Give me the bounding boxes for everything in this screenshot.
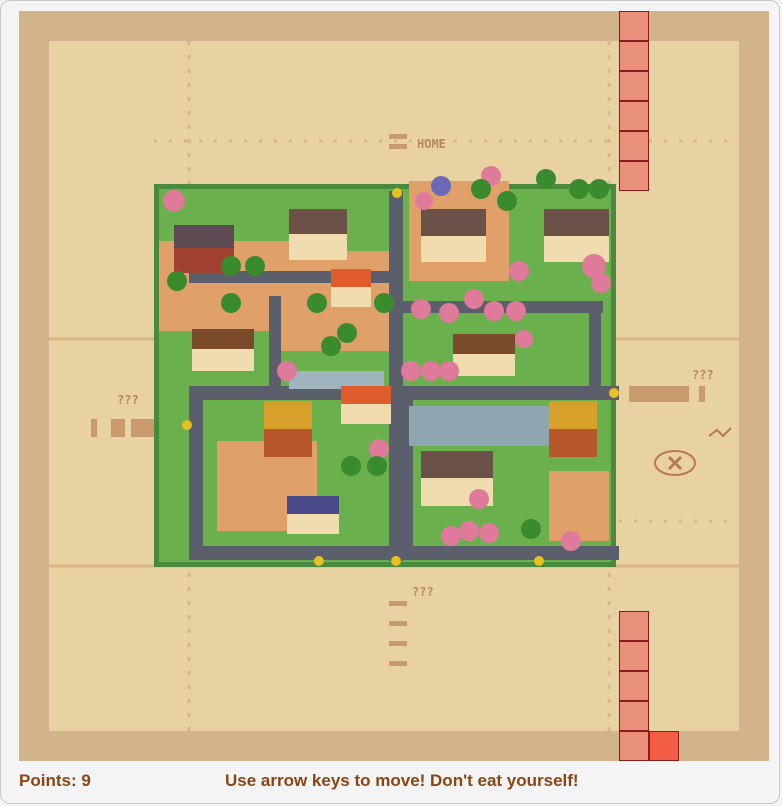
game-window: HOME ??? ??? ??? Points: 9 Use arrow key… xyxy=(0,0,780,804)
snake-segment xyxy=(619,671,649,701)
snake-segment xyxy=(619,41,649,71)
snake-head xyxy=(649,731,679,761)
points-counter: Points: 9 xyxy=(19,771,91,790)
snake-segment xyxy=(619,701,649,731)
snake xyxy=(19,11,769,761)
snake-segment xyxy=(619,11,649,41)
snake-segment xyxy=(619,641,649,671)
instruction-text: Use arrow keys to move! Don't eat yourse… xyxy=(225,771,579,790)
status-bar: Points: 9 Use arrow keys to move! Don't … xyxy=(19,771,769,795)
snake-segment xyxy=(619,71,649,101)
snake-segment xyxy=(619,131,649,161)
snake-segment xyxy=(619,101,649,131)
snake-segment xyxy=(619,611,649,641)
snake-segment xyxy=(619,161,649,191)
snake-segment xyxy=(619,731,649,761)
game-board[interactable]: HOME ??? ??? ??? xyxy=(19,11,769,761)
